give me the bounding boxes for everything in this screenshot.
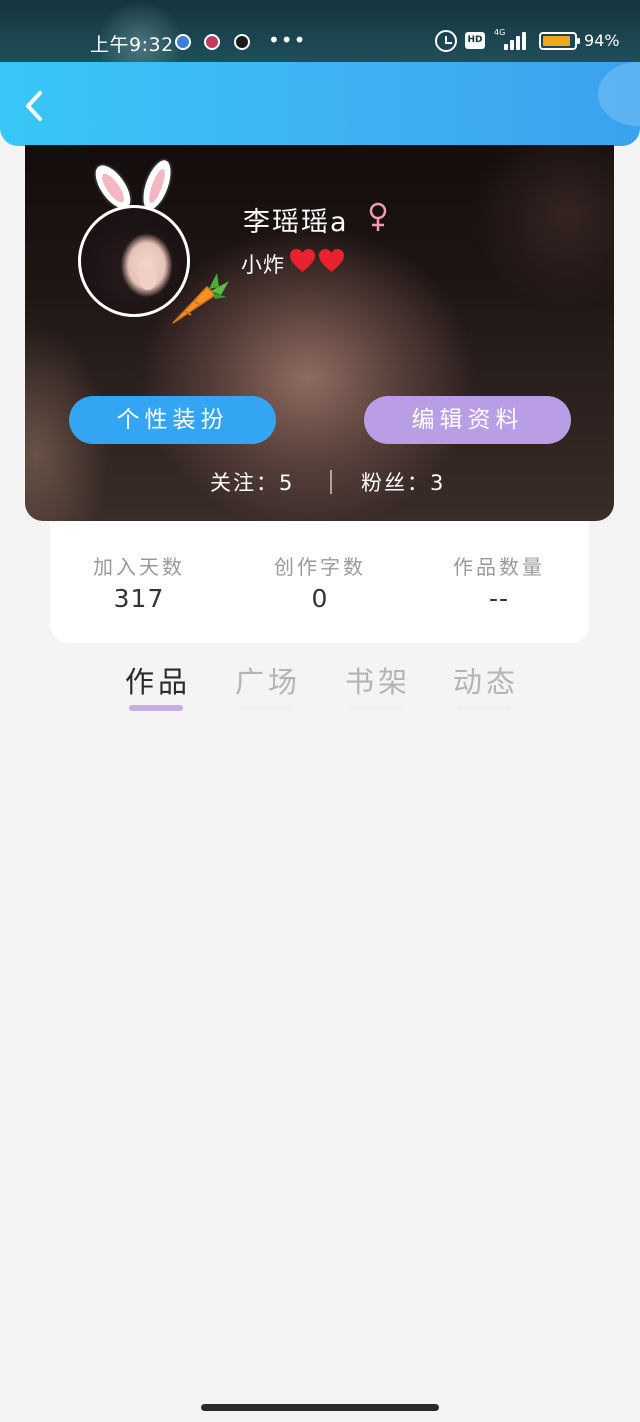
tab-indicator xyxy=(129,705,183,711)
chevron-left-icon xyxy=(26,91,42,121)
stat-label: 作品数量 xyxy=(453,555,545,579)
hd-voice-icon: HD xyxy=(465,32,485,49)
status-time: 上午9:32 xyxy=(90,34,174,56)
bio-text: 小炸 xyxy=(241,253,285,277)
tab-activity[interactable]: 动态 xyxy=(446,659,526,711)
tab-indicator xyxy=(457,705,511,711)
divider xyxy=(330,470,332,494)
tab-content-area xyxy=(0,720,640,1392)
dress-up-button[interactable]: 个性装扮 xyxy=(69,396,276,444)
tab-label: 广场 xyxy=(234,665,301,699)
tab-indicator xyxy=(349,705,403,711)
avatar-photo-detail xyxy=(139,266,157,290)
carrot-icon xyxy=(172,273,229,324)
follow-stats: 关注：5 粉丝：3 xyxy=(25,467,614,497)
stat-label: 加入天数 xyxy=(93,555,185,579)
top-app-bar xyxy=(0,62,640,146)
battery-icon xyxy=(539,32,580,50)
stat-join-days: 加入天数 317 xyxy=(69,551,209,613)
network-type: 4G xyxy=(494,28,506,37)
profile-card: 李瑶瑶a 小炸 个性装扮 编辑资料 关注：5 粉丝：3 xyxy=(25,145,614,521)
edit-profile-button[interactable]: 编辑资料 xyxy=(364,396,571,444)
tab-bookshelf[interactable]: 书架 xyxy=(338,659,418,711)
tab-works[interactable]: 作品 xyxy=(118,659,198,711)
notification-app-icon xyxy=(204,34,220,50)
following-count[interactable]: 关注：5 xyxy=(210,467,294,497)
tab-label: 作品 xyxy=(124,665,191,699)
username: 李瑶瑶a xyxy=(243,207,349,238)
tab-label: 动态 xyxy=(452,665,519,699)
alarm-icon xyxy=(435,30,457,52)
more-notifications-icon: ••• xyxy=(268,28,307,52)
battery-percentage: 94% xyxy=(584,31,620,50)
stat-works-count: 作品数量 -- xyxy=(429,551,569,613)
signal-icon: 4G xyxy=(494,28,530,50)
heart-icon xyxy=(319,249,344,272)
notification-app-icon xyxy=(175,34,191,50)
stat-value: -- xyxy=(488,584,510,613)
stat-word-count: 创作字数 0 xyxy=(250,551,390,613)
fans-count[interactable]: 粉丝：3 xyxy=(361,467,445,497)
female-symbol-icon xyxy=(369,202,387,231)
home-indicator[interactable] xyxy=(201,1404,439,1411)
stat-value: 317 xyxy=(113,584,165,613)
avatar-frame[interactable] xyxy=(75,155,229,325)
stats-card: 加入天数 317 创作字数 0 作品数量 -- xyxy=(50,521,589,643)
stat-label: 创作字数 xyxy=(274,555,366,579)
tab-label: 书架 xyxy=(344,665,411,699)
heart-icon xyxy=(290,249,315,272)
header-decoration xyxy=(598,62,640,126)
tab-bar: 作品 广场 书架 动态 xyxy=(0,655,640,715)
stat-value: 0 xyxy=(311,584,329,613)
status-bar: 上午9:32 ••• HD 4G 94% xyxy=(0,0,640,62)
tab-indicator xyxy=(239,705,293,711)
notification-app-icon xyxy=(234,34,250,50)
tab-square[interactable]: 广场 xyxy=(228,659,308,711)
back-button[interactable] xyxy=(22,90,48,122)
